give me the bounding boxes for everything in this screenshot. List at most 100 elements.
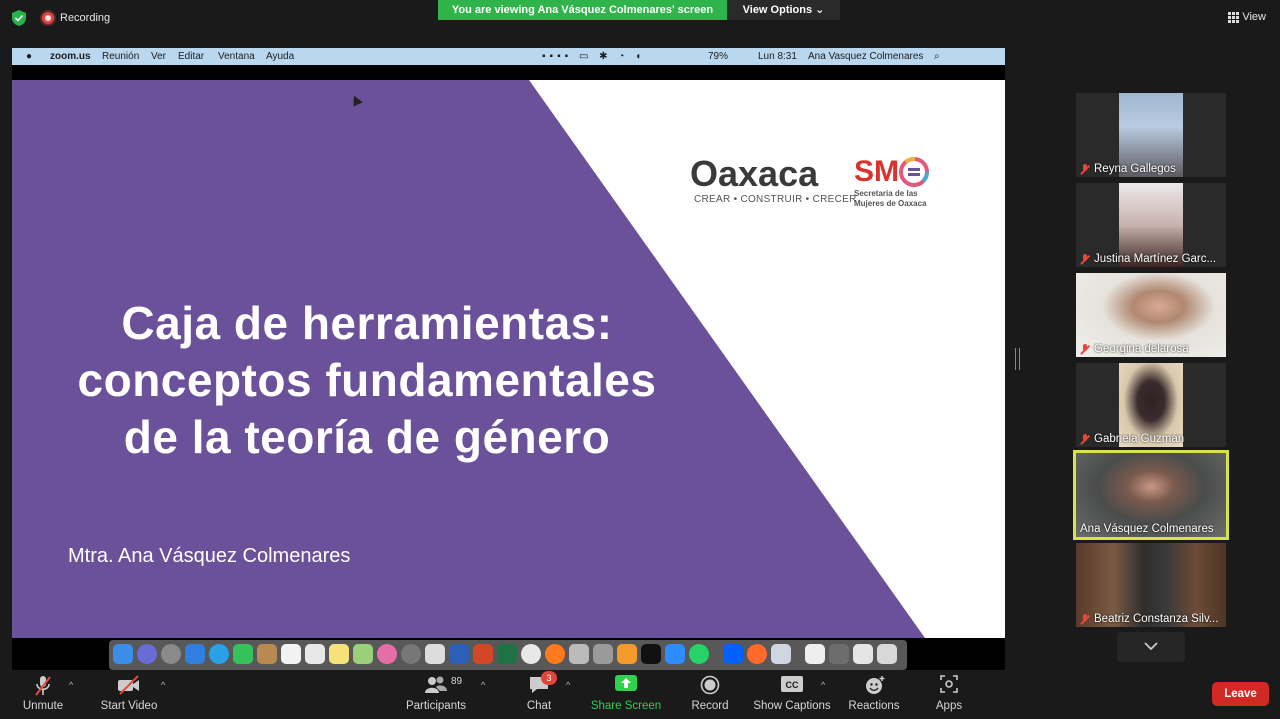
stickies-icon: [329, 644, 349, 664]
participants-caret-icon[interactable]: ^: [481, 680, 485, 690]
participant-tile[interactable]: Justina Martínez Garc...: [1076, 183, 1226, 267]
more-participants-button[interactable]: [1117, 632, 1185, 662]
meeting-toolbar: Unmute ^ Start Video ^ Participants 89 ^…: [0, 670, 1280, 719]
leave-button[interactable]: Leave: [1212, 682, 1269, 706]
spotlight-search-icon: ⌕: [934, 51, 940, 62]
menubar-status-icons: ▪▪▪▪ ▭ ✱ ◔ ◖: [542, 51, 646, 62]
show-captions-button[interactable]: CC Show Captions: [752, 670, 832, 719]
finder-icon: [113, 644, 133, 664]
microphone-muted-icon: [35, 676, 51, 696]
muted-mic-icon: [1080, 613, 1090, 625]
books-icon: [617, 644, 637, 664]
panel-resize-handle[interactable]: [1015, 348, 1020, 370]
participant-tile-active-speaker[interactable]: Ana Vásquez Colmenares: [1073, 450, 1229, 540]
safari-icon: [209, 644, 229, 664]
unmute-button[interactable]: Unmute: [14, 670, 72, 719]
apps-icon: [940, 675, 958, 693]
participant-name: Reyna Gallegos: [1080, 163, 1176, 175]
grid-icon: [1228, 12, 1240, 23]
participant-tile[interactable]: Reyna Gallegos: [1076, 93, 1226, 177]
menubar-editar: Editar: [178, 51, 205, 62]
apps-button[interactable]: Apps: [928, 670, 970, 719]
recording-label[interactable]: Recording: [60, 12, 110, 24]
record-label: Record: [691, 700, 729, 712]
mac-menubar: ● zoom.us Reunión Ver Editar Ventana Ayu…: [12, 48, 1005, 65]
menubar-ventana: Ventana: [218, 51, 255, 62]
view-options-button[interactable]: View Options ⌄: [727, 0, 840, 20]
video-off-icon: [118, 675, 139, 695]
participants-label: Participants: [405, 700, 467, 712]
participant-name: Ana Vásquez Colmenares: [1080, 523, 1214, 535]
share-screen-icon: [615, 675, 637, 691]
chat-caret-icon[interactable]: ^: [566, 680, 570, 690]
participant-tile[interactable]: Beatriz Constanza Silv...: [1076, 543, 1226, 627]
view-button[interactable]: View: [1228, 11, 1266, 23]
dropbox-icon: [723, 644, 743, 664]
audio-options-caret-icon[interactable]: ^: [69, 680, 73, 690]
mac-dock: [109, 640, 907, 670]
viewing-screen-banner: You are viewing Ana Vásquez Colmenares' …: [438, 0, 727, 20]
shared-screen: ● zoom.us Reunión Ver Editar Ventana Ayu…: [12, 48, 1005, 670]
security-shield-icon[interactable]: [12, 10, 26, 26]
participant-tile[interactable]: Georgina delarosa: [1076, 273, 1226, 357]
system-preferences-icon: [401, 644, 421, 664]
photos-icon: [377, 644, 397, 664]
sm-logo-tagline-2: Mujeres de Oaxaca: [854, 199, 927, 208]
sm-logo-flower-icon: [899, 157, 929, 187]
menubar-app-name: zoom.us: [50, 51, 91, 62]
document-icon: [805, 644, 825, 664]
menubar-clock: Lun 8:31: [758, 51, 797, 62]
oaxaca-logo-word: Oaxaca: [690, 153, 819, 194]
maps-icon: [353, 644, 373, 664]
participant-name-label: Beatriz Constanza Silv...: [1094, 613, 1219, 625]
help-icon: [829, 644, 849, 664]
slide-title: Caja de herramientas: conceptos fundamen…: [32, 295, 702, 466]
word-icon: [449, 644, 469, 664]
unmute-label: Unmute: [22, 700, 64, 712]
trash-icon: [877, 644, 897, 664]
menubar-ayuda: Ayuda: [266, 51, 295, 62]
video-options-caret-icon[interactable]: ^: [161, 680, 165, 690]
start-video-label: Start Video: [100, 700, 158, 712]
muted-mic-icon: [1080, 253, 1090, 265]
participant-name-label: Gabriela Guzmán: [1094, 433, 1185, 445]
menubar-user: Ana Vasquez Colmenares: [808, 51, 924, 62]
sm-logo: SM Secretaría de las Mujeres de Oaxaca: [854, 156, 929, 208]
chevron-down-icon: [1144, 642, 1158, 651]
participant-name: Gabriela Guzmán: [1080, 433, 1184, 445]
chrome-icon: [521, 644, 541, 664]
messages-icon: [233, 644, 253, 664]
notes-app-icon: [257, 644, 277, 664]
chat-label: Chat: [526, 700, 552, 712]
participants-count: 89: [451, 676, 463, 687]
muted-mic-icon: [1080, 163, 1090, 175]
app-store-icon: [185, 644, 205, 664]
record-button[interactable]: Record: [686, 670, 734, 719]
preview-icon: [569, 644, 589, 664]
record-icon: [700, 675, 720, 695]
captions-caret-icon[interactable]: ^: [821, 680, 825, 690]
muted-mic-icon: [1080, 433, 1090, 445]
menubar-ver: Ver: [151, 51, 167, 62]
screenshot-icon: [771, 644, 791, 664]
folder-icon: [853, 644, 873, 664]
reactions-button[interactable]: Reactions: [846, 670, 902, 719]
participant-tile[interactable]: Gabriela Guzmán: [1076, 363, 1226, 447]
svg-text:CC: CC: [786, 680, 799, 690]
share-screen-button[interactable]: Share Screen: [590, 670, 662, 719]
calendar-icon: [281, 644, 301, 664]
show-captions-label: Show Captions: [753, 700, 831, 712]
powerpoint-icon: [473, 644, 493, 664]
sm-logo-tagline-1: Secretaría de las: [854, 189, 918, 198]
apple-tv-icon: [641, 644, 661, 664]
contacts-icon: [593, 644, 613, 664]
siri-icon: [137, 644, 157, 664]
participant-name: Georgina delarosa: [1080, 343, 1189, 355]
oaxaca-logo-tagline: CREAR • CONSTRUIR • CRECER: [694, 194, 857, 205]
blocked-app-icon: [425, 644, 445, 664]
launchpad-icon: [161, 644, 181, 664]
view-button-label: View: [1242, 11, 1266, 23]
oaxaca-logo: Oaxaca CREAR • CONSTRUIR • CRECER: [690, 153, 857, 206]
slide-author: Mtra. Ana Vásquez Colmenares: [68, 545, 351, 567]
start-video-button[interactable]: Start Video: [96, 670, 162, 719]
